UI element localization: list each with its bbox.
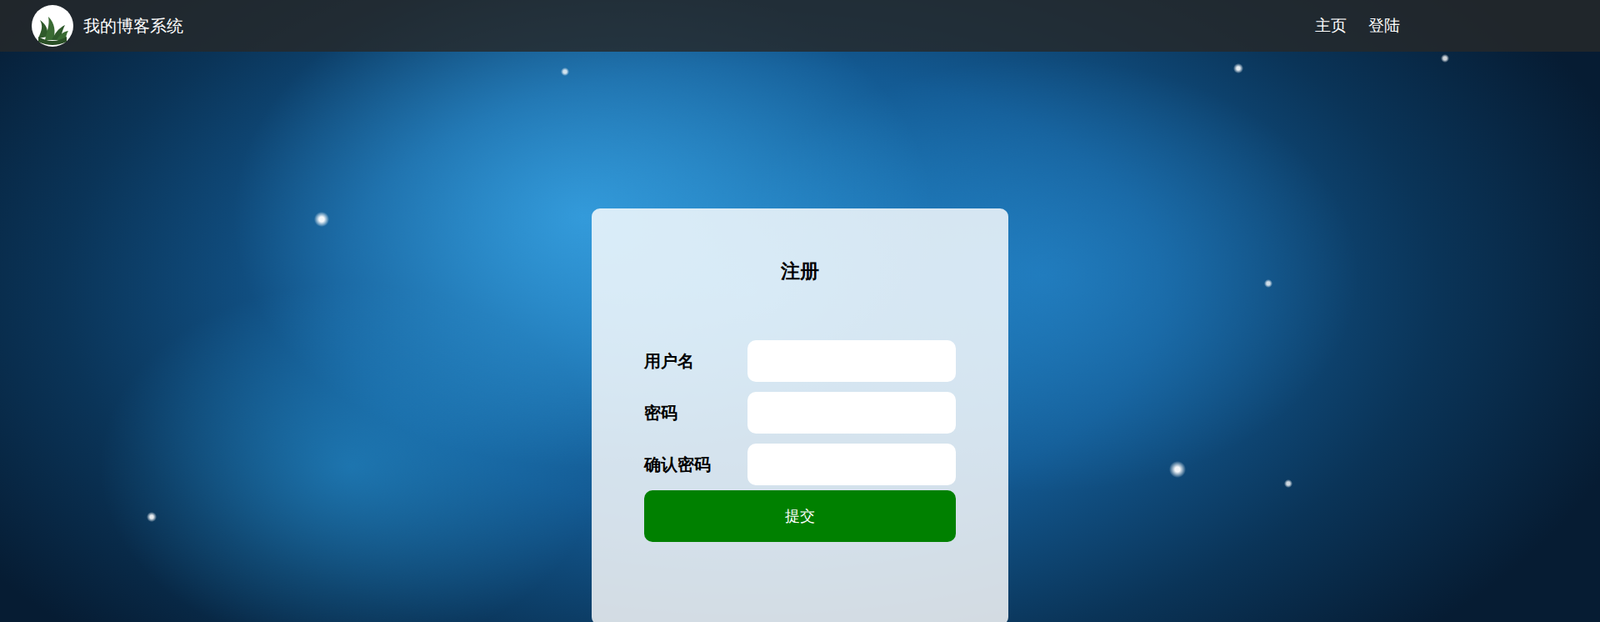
form-row: 确认密码 (644, 443, 956, 485)
grass-logo-icon (31, 5, 74, 47)
form-row: 密码 (644, 391, 956, 434)
nav-link[interactable]: 登陆 (1368, 15, 1400, 37)
field-input[interactable] (747, 443, 956, 485)
nav-link[interactable]: 主页 (1315, 15, 1347, 37)
field-label: 密码 (644, 401, 678, 425)
site-title: 我的博客系统 (83, 15, 184, 38)
nav-links: 主页登陆 (1315, 15, 1400, 37)
main-area: 注册用户名密码确认密码提交 (0, 51, 1600, 622)
field-label: 确认密码 (644, 453, 711, 476)
register-card: 注册用户名密码确认密码提交 (591, 208, 1009, 622)
field-input[interactable] (747, 340, 956, 382)
field-input[interactable] (747, 391, 956, 434)
nav-bar: 我的博客系统 主页登陆 (0, 0, 1600, 52)
submit-button[interactable]: 提交 (644, 490, 956, 542)
field-label: 用户名 (644, 350, 695, 373)
form-row: 用户名 (644, 340, 956, 382)
register-title: 注册 (644, 258, 956, 285)
register-page: 我的博客系统 主页登陆注册用户名密码确认密码提交 (0, 0, 1600, 622)
